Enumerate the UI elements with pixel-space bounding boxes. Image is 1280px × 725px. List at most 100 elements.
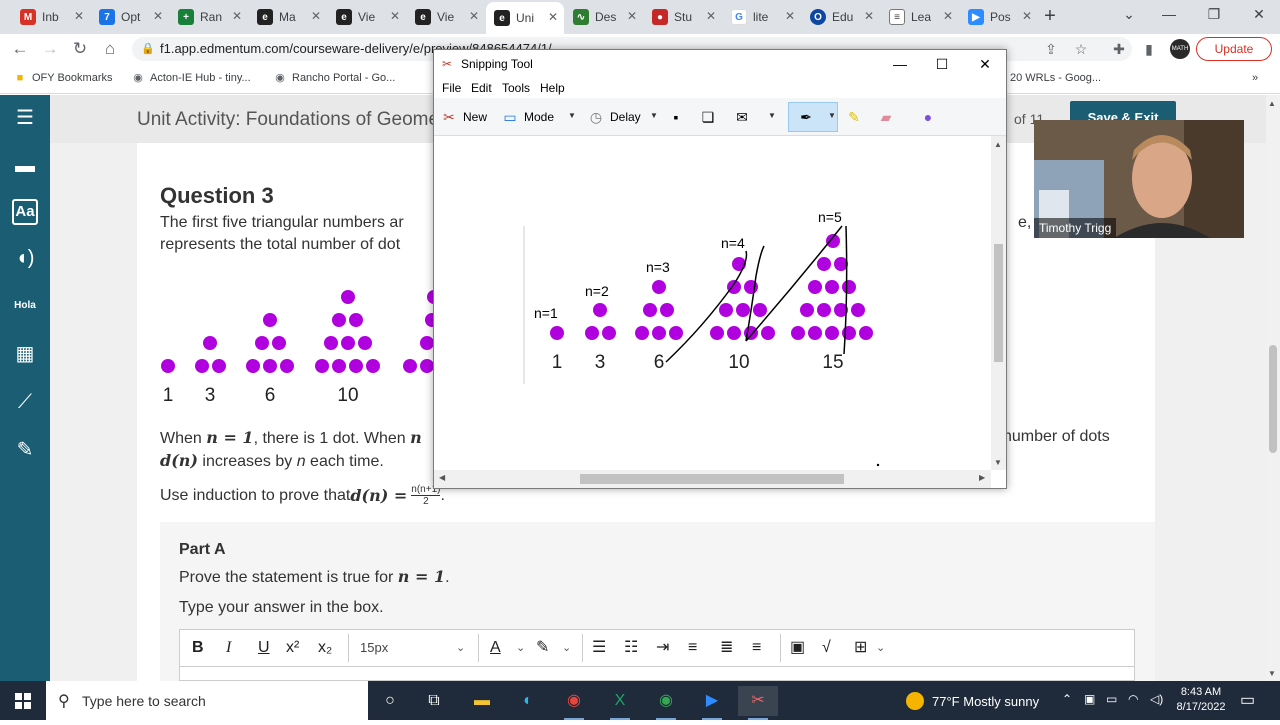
volume-icon[interactable]: ◁) <box>1150 692 1163 706</box>
snip-vertical-scrollbar[interactable]: ▲ ▼ <box>991 136 1006 470</box>
chevron-down-icon[interactable]: ▼ <box>768 111 776 120</box>
tab-close-icon[interactable]: ✕ <box>785 9 795 23</box>
scroll-left-icon[interactable]: ◀ <box>439 473 445 482</box>
chevron-down-icon[interactable]: ⌄ <box>516 638 525 658</box>
chevron-down-icon[interactable]: ⌄ <box>562 638 571 658</box>
mode-button[interactable]: ▭ Mode <box>500 106 554 128</box>
new-snip-button[interactable]: ✂ New <box>439 106 487 128</box>
page-scrollbar[interactable]: ▲ ▼ <box>1266 95 1280 681</box>
system-clock[interactable]: 8:43 AM 8/17/2022 <box>1172 685 1230 715</box>
menu-edit[interactable]: Edit <box>471 81 492 95</box>
tab-close-icon[interactable]: ✕ <box>706 9 716 23</box>
font-size-select[interactable]: 15px <box>360 638 388 658</box>
browser-tab[interactable]: ∿ Des ✕ <box>565 4 643 30</box>
chevron-up-icon[interactable]: ⌃ <box>1062 692 1072 706</box>
chevron-down-icon[interactable]: ▼ <box>650 111 658 120</box>
task-view-icon[interactable]: ⧉ <box>414 686 454 716</box>
equation-icon[interactable]: √ <box>822 638 831 658</box>
chevron-down-icon[interactable]: ▼ <box>568 111 576 120</box>
browser-tab-active[interactable]: e Uni ✕ <box>486 2 564 34</box>
new-tab-button[interactable]: + <box>1040 6 1060 26</box>
tab-close-icon[interactable]: ✕ <box>390 9 400 23</box>
text-color-icon[interactable]: A <box>490 638 501 658</box>
scroll-down-icon[interactable]: ▼ <box>1268 669 1276 678</box>
highlight-color-icon[interactable]: ✎ <box>536 638 549 658</box>
menu-file[interactable]: File <box>442 81 461 95</box>
paint-3d-icon[interactable]: ● <box>918 106 942 128</box>
scroll-up-icon[interactable]: ▲ <box>994 140 1002 149</box>
calculator-icon[interactable]: ▦ <box>9 339 41 369</box>
cortana-icon[interactable]: ○ <box>370 686 410 716</box>
browser-tab[interactable]: Glite ✕ <box>723 4 801 30</box>
bullet-list-icon[interactable]: ☰ <box>592 638 606 658</box>
browser-tab[interactable]: ▶ Pos ✕ <box>960 4 1038 30</box>
italic-button[interactable]: I <box>226 638 231 658</box>
extensions-icon[interactable]: ✚ <box>1110 40 1128 58</box>
edge-icon[interactable]: ◐ <box>508 686 548 716</box>
delay-button[interactable]: ◷ Delay <box>586 106 641 128</box>
folder-icon[interactable]: ▬ <box>9 151 41 181</box>
highlighter-icon[interactable]: ✎ <box>9 435 41 465</box>
copy-icon[interactable]: ❏ <box>698 106 722 128</box>
subscript-button[interactable]: x₂ <box>318 638 332 658</box>
answer-textbox[interactable] <box>179 667 1135 681</box>
browser-tab[interactable]: e Vie ✕ <box>407 4 485 30</box>
start-button[interactable] <box>0 681 46 720</box>
reload-icon[interactable]: ↻ <box>70 39 90 59</box>
tab-close-icon[interactable]: ✕ <box>1022 9 1032 23</box>
forward-arrow-icon[interactable]: → <box>40 39 60 59</box>
snip-canvas[interactable]: n=1 n=2 n=3 n=4 n=5 1 3 6 10 15 <box>434 136 994 470</box>
bookmark-item[interactable]: ■ OFY Bookmarks <box>14 72 113 84</box>
translate-icon[interactable]: Hola <box>9 291 41 321</box>
tab-close-icon[interactable]: ✕ <box>627 9 637 23</box>
indent-icon[interactable]: ⇥ <box>656 638 669 658</box>
browser-tab[interactable]: M Inb ✕ <box>12 4 90 30</box>
align-left-icon[interactable]: ≡ <box>688 638 697 658</box>
pen-icon[interactable]: ✒ <box>796 106 820 128</box>
browser-tab[interactable]: 7 Opt ✕ <box>91 4 169 30</box>
zoom-icon[interactable]: ▶ <box>692 686 732 720</box>
network-icon[interactable]: ◠ <box>1128 692 1138 706</box>
meet-now-icon[interactable]: ▣ <box>1084 692 1095 706</box>
tab-close-icon[interactable]: ✕ <box>74 9 84 23</box>
text-to-speech-icon[interactable]: ◖) <box>9 243 41 273</box>
excel-icon[interactable]: X <box>600 686 640 720</box>
numbered-list-icon[interactable]: ☷ <box>624 638 638 658</box>
chevron-down-icon[interactable]: ⌄ <box>456 638 465 658</box>
close-icon[interactable]: ✕ <box>1244 6 1274 23</box>
tab-close-icon[interactable]: ✕ <box>153 9 163 23</box>
tab-close-icon[interactable]: ✕ <box>311 9 321 23</box>
table-icon[interactable]: ⊞ <box>854 638 867 658</box>
bookmark-item[interactable]: 20 WRLs - Goog... <box>1010 72 1101 84</box>
browser-tab[interactable]: e Vie ✕ <box>328 4 406 30</box>
graph-icon[interactable]: ⟋ <box>9 387 41 417</box>
back-arrow-icon[interactable]: ← <box>10 39 30 59</box>
tab-close-icon[interactable]: ✕ <box>469 9 479 23</box>
bold-button[interactable]: B <box>192 638 204 658</box>
menu-help[interactable]: Help <box>540 81 565 95</box>
save-icon[interactable]: ▪ <box>666 106 690 128</box>
profile-avatar[interactable]: MATH <box>1170 39 1190 59</box>
notifications-icon[interactable]: ▭ <box>1240 690 1255 710</box>
browser-tab[interactable]: e Ma ✕ <box>249 4 327 30</box>
weather-widget[interactable]: 77°F Mostly sunny <box>906 692 1039 710</box>
update-button[interactable]: Update <box>1196 37 1272 61</box>
side-panel-icon[interactable]: ▮ <box>1140 40 1158 58</box>
menu-icon[interactable]: ☰ <box>9 103 41 133</box>
align-right-icon[interactable]: ≡ <box>752 638 761 658</box>
scroll-thumb[interactable] <box>1269 345 1277 453</box>
scroll-thumb[interactable] <box>994 244 1003 362</box>
minimize-icon[interactable]: — <box>1154 6 1184 22</box>
more-bookmarks-icon[interactable]: » <box>1252 72 1258 84</box>
scroll-down-icon[interactable]: ▼ <box>994 458 1002 467</box>
image-icon[interactable]: ▣ <box>790 638 805 658</box>
chevron-down-icon[interactable]: ▼ <box>828 111 836 120</box>
taskbar-search[interactable]: ⚲ Type here to search <box>46 681 368 720</box>
share-icon[interactable]: ⇪ <box>1042 40 1060 58</box>
snipping-tool-icon[interactable]: ✂ <box>738 686 778 720</box>
maximize-icon[interactable]: ☐ <box>928 54 956 74</box>
underline-button[interactable]: U <box>258 638 270 658</box>
superscript-button[interactable]: x² <box>286 638 299 658</box>
browser-tab[interactable]: ≡ Lea ✕ <box>881 4 959 30</box>
star-icon[interactable]: ☆ <box>1072 40 1090 58</box>
